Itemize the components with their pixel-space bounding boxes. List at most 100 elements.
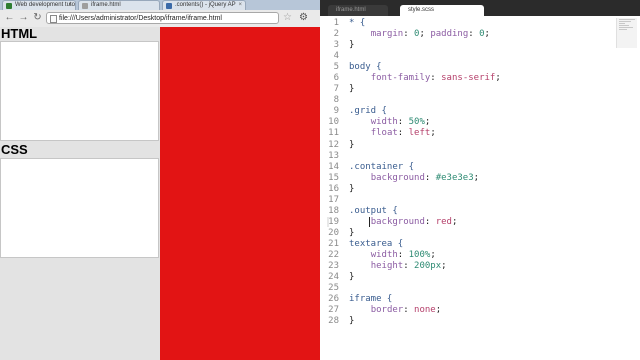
bookmark-star-icon[interactable]: ☆ (283, 12, 292, 24)
code-line[interactable]: 8 (320, 95, 620, 106)
code-line[interactable]: 6 font-family: sans-serif; (320, 73, 620, 84)
line-number: 16 (328, 183, 339, 194)
line-number: 9 (333, 106, 339, 117)
browser-tab-label: Web development tuto (15, 2, 75, 8)
text-cursor (369, 217, 370, 227)
code-line[interactable]: 18 .output { (320, 206, 620, 217)
code-line[interactable]: 19 background: red; (320, 217, 620, 228)
code-line[interactable]: 16} (320, 184, 620, 195)
code-text: iframe { (349, 294, 393, 305)
code-line[interactable]: 21 textarea { (320, 239, 620, 250)
code-line[interactable]: 9 .grid { (320, 106, 620, 117)
code-text: } (349, 84, 355, 95)
line-number: 11 (328, 128, 339, 139)
line-number: 2 (333, 29, 339, 40)
editor-tab-iframe-html[interactable]: iframe.html (328, 5, 388, 16)
code-line[interactable]: 24} (320, 272, 620, 283)
code-text: } (349, 316, 355, 327)
browser-tab-label: iframe.html (91, 2, 121, 8)
code-text: } (349, 139, 355, 150)
line-number: 14 (328, 161, 339, 172)
code-line[interactable]: 25 (320, 283, 620, 294)
code-line[interactable]: 7} (320, 84, 620, 95)
line-number: 3 (333, 40, 339, 51)
line-number: 12 (328, 139, 339, 150)
editor-tab-style-scss[interactable]: style.scss (400, 5, 484, 16)
line-number: 10 (328, 117, 339, 128)
code-line[interactable]: 22 width: 100%; (320, 250, 620, 261)
browser-tab-web-development[interactable]: Web development tuto × (2, 0, 76, 10)
code-line[interactable]: 5 body { (320, 62, 620, 73)
code-line[interactable]: 23 height: 200px; (320, 261, 620, 272)
code-text: } (349, 40, 355, 51)
code-text: background: #e3e3e3; (370, 172, 480, 183)
css-textarea[interactable] (0, 158, 159, 258)
code-line[interactable]: 10 width: 50%; (320, 117, 620, 128)
code-line[interactable]: 20} (320, 228, 620, 239)
html-textarea[interactable] (0, 41, 159, 141)
line-number: 8 (333, 95, 339, 106)
reload-icon[interactable]: ↻ (32, 12, 43, 23)
css-heading: CSS (1, 142, 28, 157)
line-number: 19 (328, 216, 339, 227)
browser-window: Web development tuto × iframe.html .cont… (0, 0, 320, 360)
line-number: 7 (333, 84, 339, 95)
code-line[interactable]: 27 border: none; (320, 305, 620, 316)
minimap[interactable] (616, 18, 637, 48)
browser-tab-iframe[interactable]: iframe.html (78, 0, 160, 10)
wrench-menu-icon[interactable]: ⚙ (299, 12, 308, 24)
line-number: 18 (328, 205, 339, 216)
line-number: 21 (328, 238, 339, 249)
browser-toolbar: ← → ↻ file:///Users/administrator/Deskto… (0, 10, 320, 28)
editor-tab-label: style.scss (408, 7, 435, 13)
code-line[interactable]: 15 background: #e3e3e3; (320, 173, 620, 184)
line-number: 26 (328, 294, 339, 305)
line-number: 5 (333, 62, 339, 73)
line-number: 4 (333, 51, 339, 62)
favicon-icon (6, 3, 12, 9)
line-number: 28 (328, 316, 339, 327)
code-line[interactable]: 13 (320, 151, 620, 162)
code-text: width: 50%; (370, 117, 431, 128)
line-number: 17 (328, 194, 339, 205)
address-bar[interactable]: file:///Users/administrator/Desktop/ifra… (46, 12, 279, 24)
line-number: 13 (328, 150, 339, 161)
code-line[interactable]: 4 (320, 51, 620, 62)
favicon-icon (166, 3, 172, 9)
code-line[interactable]: 28} (320, 316, 620, 327)
browser-tab-jquery-contents[interactable]: .contents() - jQuery AP × (162, 0, 246, 10)
browser-tab-strip: Web development tuto × iframe.html .cont… (0, 0, 320, 10)
code-text: border: none; (370, 305, 442, 316)
code-text: .container { (349, 161, 415, 172)
code-text: background: red; (370, 216, 458, 227)
line-number: 20 (328, 227, 339, 238)
line-number: 24 (328, 272, 339, 283)
code-line[interactable]: 12} (320, 140, 620, 151)
editor-tab-label: iframe.html (336, 7, 366, 13)
code-line[interactable]: 3} (320, 40, 620, 51)
code-text: } (349, 183, 355, 194)
line-number: 25 (328, 283, 339, 294)
code-text: textarea { (349, 238, 404, 249)
page-viewport: HTML CSS (0, 27, 320, 360)
code-line[interactable]: 2 margin: 0; padding: 0; (320, 29, 620, 40)
close-tab-icon[interactable]: × (238, 1, 242, 10)
favicon-icon (82, 3, 88, 9)
code-line[interactable]: 1 * { (320, 18, 620, 29)
code-line[interactable]: 14 .container { (320, 162, 620, 173)
code-line[interactable]: 11 float: left; (320, 128, 620, 139)
back-arrow-icon[interactable]: ← (4, 12, 15, 23)
close-tab-icon[interactable]: × (68, 1, 72, 10)
line-number: 23 (328, 261, 339, 272)
line-number: 6 (333, 73, 339, 84)
output-iframe (160, 27, 320, 360)
code-line[interactable]: 26 iframe { (320, 294, 620, 305)
code-text: } (349, 227, 355, 238)
code-text: margin: 0; padding: 0; (370, 29, 490, 40)
current-line-marker (327, 217, 329, 227)
forward-arrow-icon[interactable]: → (18, 12, 29, 23)
code-area[interactable]: 1 * {2 margin: 0; padding: 0; 3} 4 5 body {6 … (320, 18, 620, 327)
line-number: 15 (328, 172, 339, 183)
code-line[interactable]: 17 (320, 195, 620, 206)
code-text: height: 200px; (370, 261, 447, 272)
